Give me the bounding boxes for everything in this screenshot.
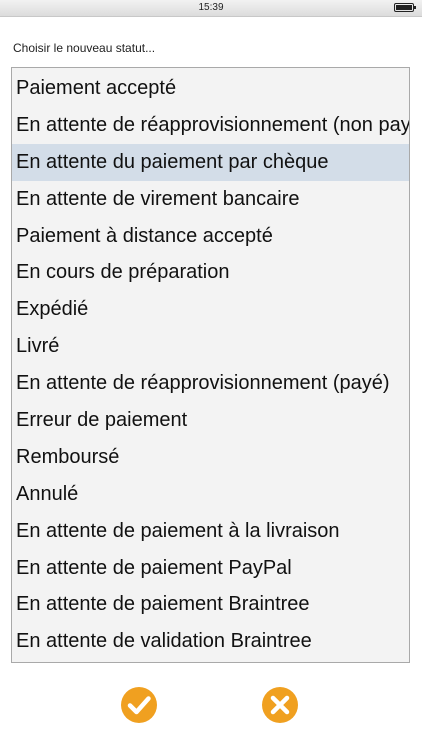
close-icon bbox=[262, 687, 298, 723]
status-prompt: Choisir le nouveau statut... bbox=[13, 41, 156, 55]
status-option[interactable]: Livré bbox=[12, 328, 409, 365]
status-option[interactable]: Annulé bbox=[12, 476, 409, 513]
status-option[interactable]: Remboursé bbox=[12, 439, 409, 476]
status-option[interactable]: En attente de paiement Braintree bbox=[12, 586, 409, 623]
cancel-button[interactable] bbox=[261, 686, 299, 724]
status-option[interactable]: Paiement accepté bbox=[12, 70, 409, 107]
status-option[interactable]: Paiement à distance accepté bbox=[12, 218, 409, 255]
status-option[interactable]: En attente du paiement par chèque bbox=[12, 143, 409, 181]
status-option[interactable]: En attente de virement bancaire bbox=[12, 181, 409, 218]
status-option[interactable]: En attente de réapprovisionnement (non p… bbox=[12, 107, 409, 144]
battery-icon bbox=[394, 3, 416, 12]
status-option[interactable]: En attente de validation Braintree bbox=[12, 623, 409, 660]
action-bar bbox=[0, 686, 422, 726]
status-bar: 15:39 bbox=[0, 0, 422, 17]
status-option[interactable]: En attente de paiement PayPal bbox=[12, 550, 409, 587]
status-option[interactable]: Erreur de paiement bbox=[12, 402, 409, 439]
status-option[interactable]: En attente de paiement à la livraison bbox=[12, 513, 409, 550]
status-list: Paiement accepté En attente de réapprovis… bbox=[12, 68, 409, 660]
confirm-button[interactable] bbox=[120, 686, 158, 724]
status-option[interactable]: En attente de réapprovisionnement (payé) bbox=[12, 365, 409, 402]
status-listbox[interactable]: Paiement accepté En attente de réapprovis… bbox=[11, 67, 410, 663]
status-time: 15:39 bbox=[198, 2, 224, 13]
status-option[interactable]: En cours de préparation bbox=[12, 254, 409, 291]
status-option[interactable]: Expédié bbox=[12, 291, 409, 328]
check-icon bbox=[121, 687, 157, 723]
